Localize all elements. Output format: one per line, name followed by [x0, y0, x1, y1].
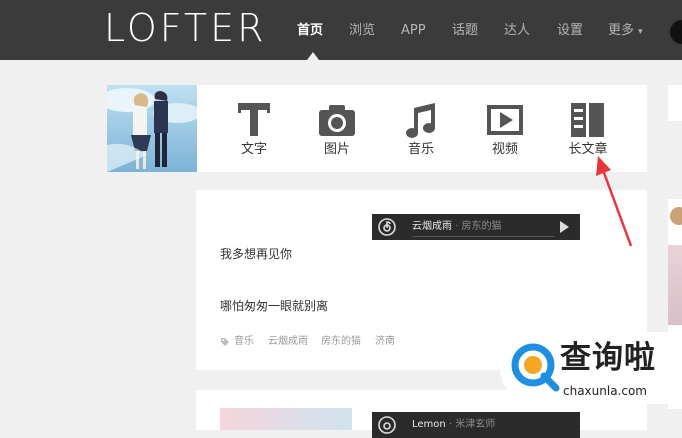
- watermark-url: chaxunla.com: [563, 384, 647, 398]
- watermark-logo-icon: [511, 343, 560, 392]
- watermark-text: 查询啦: [560, 340, 656, 376]
- watermark: 查询啦 chaxunla.com: [500, 332, 682, 404]
